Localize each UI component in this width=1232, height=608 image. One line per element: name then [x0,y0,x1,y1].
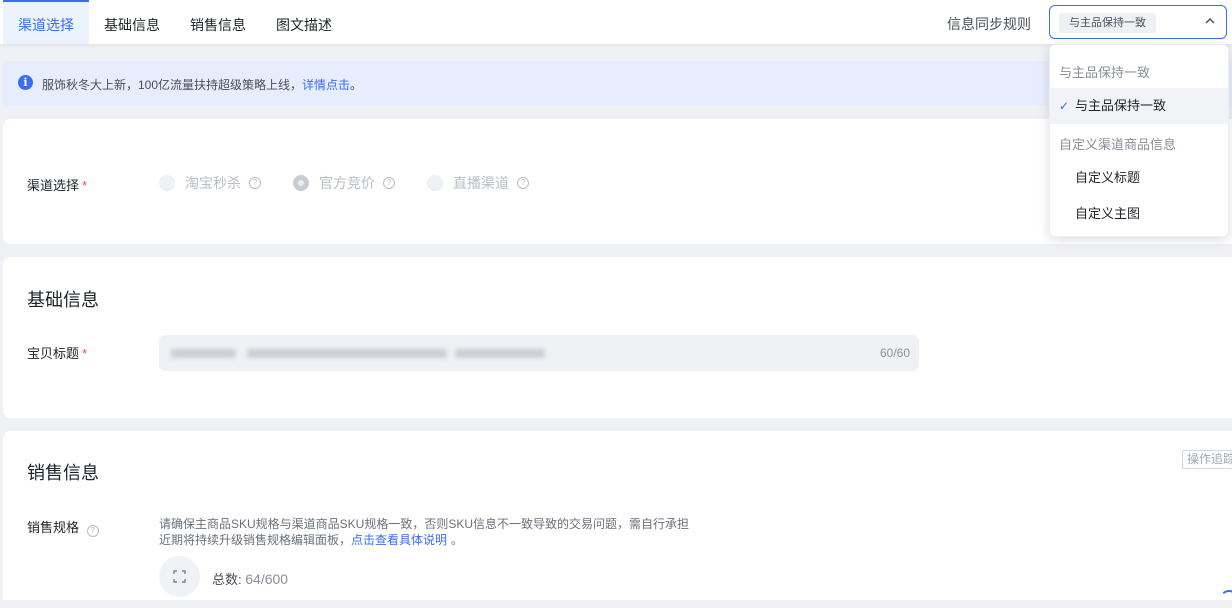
question-icon[interactable]: ? [249,177,261,189]
dropdown-option-custom-main-image[interactable]: 自定义主图 [1050,196,1228,232]
notice-bar: i 服饰秋冬大上新，100亿流量扶持超级策略上线，详情点击。 [3,61,1232,106]
loading-spinner-icon [1220,590,1232,608]
blurred-text [171,349,236,358]
fullscreen-icon [173,570,186,583]
radio-circle [427,175,443,191]
expand-button[interactable] [159,556,200,597]
sales-info-card: 销售信息 操作追踪 销售规格 ? 请确保主商品SKU规格与渠道商品SKU规格一致… [3,431,1232,600]
radio-label: 官方竞价 [319,175,375,191]
tab-sales-info[interactable]: 销售信息 [175,0,261,44]
item-title-label: 宝贝标题 * [27,343,87,362]
dropdown-group-label: 与主品保持一致 [1059,65,1151,80]
basic-info-title: 基础信息 [27,290,99,310]
radio-taobao-flash-sale[interactable]: 淘宝秒杀 ? [159,174,261,192]
question-icon[interactable]: ? [517,177,529,189]
sales-spec-label-text: 销售规格 [27,520,80,535]
sku-desc-line2-text: 近期将持续升级销售规格编辑面板， [159,533,352,547]
chevron-up-icon [1205,18,1215,24]
check-icon: ✓ [1059,99,1070,113]
sku-description: 请确保主商品SKU规格与渠道商品SKU规格一致，否则SKU信息不一致导致的交易问… [159,516,689,548]
radio-label: 淘宝秒杀 [185,175,241,191]
sku-desc-line1: 请确保主商品SKU规格与渠道商品SKU规格一致，否则SKU信息不一致导致的交易问… [159,517,690,531]
radio-circle [159,175,175,191]
dropdown-option-custom-title[interactable]: 自定义标题 [1050,160,1228,196]
channel-select-label: 渠道选择 * [27,175,87,194]
radio-label: 直播渠道 [453,175,509,191]
notice-message: 服饰秋冬大上新，100亿流量扶持超级策略上线， [42,78,303,92]
top-tab-bar: 渠道选择 基础信息 销售信息 图文描述 信息同步规则 与主品保持一致 [0,0,1232,45]
sync-rule-dropdown: 与主品保持一致 ✓ 与主品保持一致 自定义渠道商品信息 自定义标题 自定义主图 [1049,44,1229,237]
tab-channel-select[interactable]: 渠道选择 [3,0,89,44]
question-icon[interactable]: ? [383,177,395,189]
total-label: 总数: [212,572,242,587]
notice-end: 。 [350,78,363,92]
sync-rule-select[interactable]: 与主品保持一致 [1049,5,1227,39]
total-value: 64/600 [245,571,289,587]
question-icon[interactable]: ? [86,525,99,537]
tab-basic-info[interactable]: 基础信息 [89,0,175,44]
sku-detail-link[interactable]: 点击查看具体说明 [351,533,447,547]
sales-spec-label: 销售规格 ? [27,517,99,537]
info-icon: i [18,75,33,90]
title-char-counter: 60/60 [879,346,910,360]
radio-official-bidding[interactable]: 官方竞价 ? [293,174,395,192]
sku-desc-end: 。 [451,533,464,547]
operation-trace-button[interactable]: 操作追踪 [1182,450,1232,469]
required-mark: * [82,178,88,193]
basic-info-card: 基础信息 宝贝标题 * 60/60 [3,257,1232,418]
radio-live-channel[interactable]: 直播渠道 ? [427,174,529,192]
blurred-text [247,349,447,358]
blurred-text [455,349,545,358]
sales-info-title: 销售信息 [27,463,99,483]
option-label: 与主品保持一致 [1075,98,1167,113]
sku-total: 总数: 64/600 [212,569,288,588]
required-mark: * [82,346,88,361]
selected-tag: 与主品保持一致 [1059,13,1156,33]
channel-label-text: 渠道选择 [27,178,80,193]
dropdown-group-label: 自定义渠道商品信息 [1059,137,1177,152]
sku-desc-line2: 近期将持续升级销售规格编辑面板，点击查看具体说明。 [159,532,689,548]
item-title-label-text: 宝贝标题 [27,346,80,361]
notice-detail-link[interactable]: 详情点击 [302,78,350,92]
dropdown-option-follow-main[interactable]: ✓ 与主品保持一致 [1050,88,1228,124]
tab-graphic-description[interactable]: 图文描述 [261,0,347,44]
channel-select-card: 渠道选择 * 淘宝秒杀 ? 官方竞价 ? 直播渠道 ? [3,119,1232,244]
radio-circle-checked [293,175,309,191]
item-title-input[interactable]: 60/60 [159,335,919,371]
notice-text: 服饰秋冬大上新，100亿流量扶持超级策略上线，详情点击。 [42,76,362,93]
sync-rule-label: 信息同步规则 [947,16,1031,32]
